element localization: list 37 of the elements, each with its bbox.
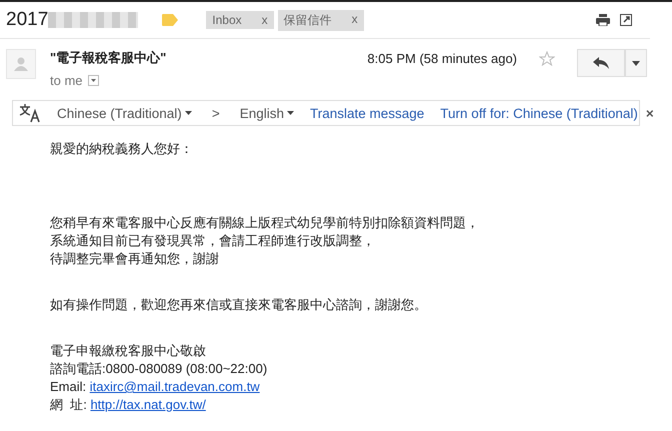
caret-icon [286,111,294,115]
close-icon[interactable]: x [352,12,358,28]
subject-title: 2017 [6,9,48,31]
label-tag: Inbox x [206,11,274,29]
body-text: 親愛的納稅義務人您好： [50,140,194,158]
close-icon[interactable]: × [646,106,654,120]
arrow-text: > [212,106,220,120]
caret-icon [632,60,640,66]
turn-off-link[interactable]: Turn off for: Chinese (Traditional) [440,106,638,120]
close-icon[interactable]: x [262,13,268,27]
signature-label: Email: [50,379,88,394]
signature-label: 網 址: [50,397,88,412]
signature-text: 電子申報繳稅客服中心敬啟 [50,342,207,360]
translate-link[interactable]: Translate message [310,106,424,120]
sender-name: "電子報稅客服中心" [50,49,168,67]
body-text: 您稍早有來電客服中心反應有關線上版程式幼兒學前特別扣除額資料問題， [50,214,480,232]
source-language-dropdown[interactable]: Chinese (Traditional) [57,106,192,120]
body-text: 系統通知目前已有發現異常，會請工程師進行改版調整， [50,232,376,250]
avatar [6,49,36,79]
more-button[interactable] [625,49,647,77]
reply-icon [593,57,609,69]
dropdown-icon[interactable] [88,75,99,86]
body-text: 如有操作問題，歡迎您再來信或直接來電客服中心諮詢，謝謝您。 [50,296,428,314]
signature-link[interactable]: itaxirc@mail.tradevan.com.tw [90,379,260,394]
message-time: 8:05 PM (58 minutes ago) [367,51,517,68]
translate-icon [19,103,41,123]
signature-link[interactable]: http://tax.nat.gov.tw/ [90,397,206,412]
signature-text: 諮詢電話:0800-080089 (08:00~22:00) [50,360,268,378]
popout-icon[interactable] [620,14,632,26]
body-text: 待調整完畢會再通知您，謝謝 [50,250,220,268]
star-icon[interactable] [539,51,555,66]
print-icon[interactable] [596,14,610,26]
label-tag: 保留信件 x [278,10,364,30]
recipient-text: to me [50,73,83,88]
reply-button[interactable] [577,49,625,77]
caret-icon [184,111,192,115]
target-language-dropdown[interactable]: English [240,106,294,120]
